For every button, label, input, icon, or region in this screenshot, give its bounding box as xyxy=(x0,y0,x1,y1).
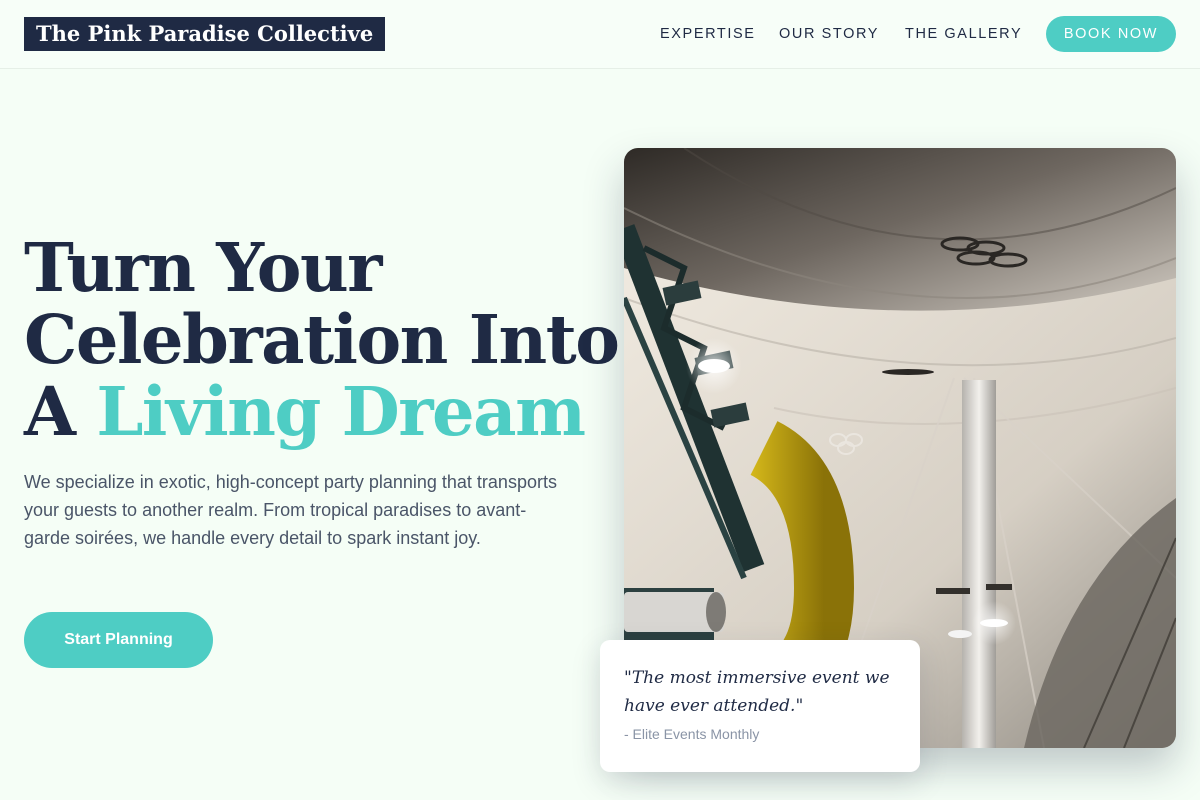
brand-logo[interactable]: The Pink Paradise Collective xyxy=(24,17,386,51)
start-planning-button[interactable]: Start Planning xyxy=(24,612,213,668)
testimonial-source: - Elite Events Monthly xyxy=(624,726,760,742)
headline-line-1: Turn Your xyxy=(24,228,382,307)
nav-link-the-gallery[interactable]: THE GALLERY xyxy=(905,24,1022,44)
headline-line-3: A Living Dream xyxy=(24,376,604,448)
nav-link-our-story[interactable]: OUR STORY xyxy=(779,24,879,44)
testimonial-quote: "The most immersive event we have ever a… xyxy=(624,668,890,716)
nav-link-expertise[interactable]: EXPERTISE xyxy=(660,24,756,44)
hero-intro: We specialize in exotic, high-concept pa… xyxy=(24,472,557,548)
headline-accent: Living Dream xyxy=(96,372,586,451)
testimonial-card: "The most immersive event we have ever a… xyxy=(600,640,920,772)
headline-line-3-plain: A xyxy=(24,372,97,451)
book-now-button[interactable]: BOOK NOW xyxy=(1046,16,1176,52)
headline-line-2: Celebration Into xyxy=(24,300,620,379)
top-navbar: The Pink Paradise Collective EXPERTISE O… xyxy=(0,0,1200,69)
hero-headline: Turn Your Celebration Into A Living Drea… xyxy=(24,228,620,448)
